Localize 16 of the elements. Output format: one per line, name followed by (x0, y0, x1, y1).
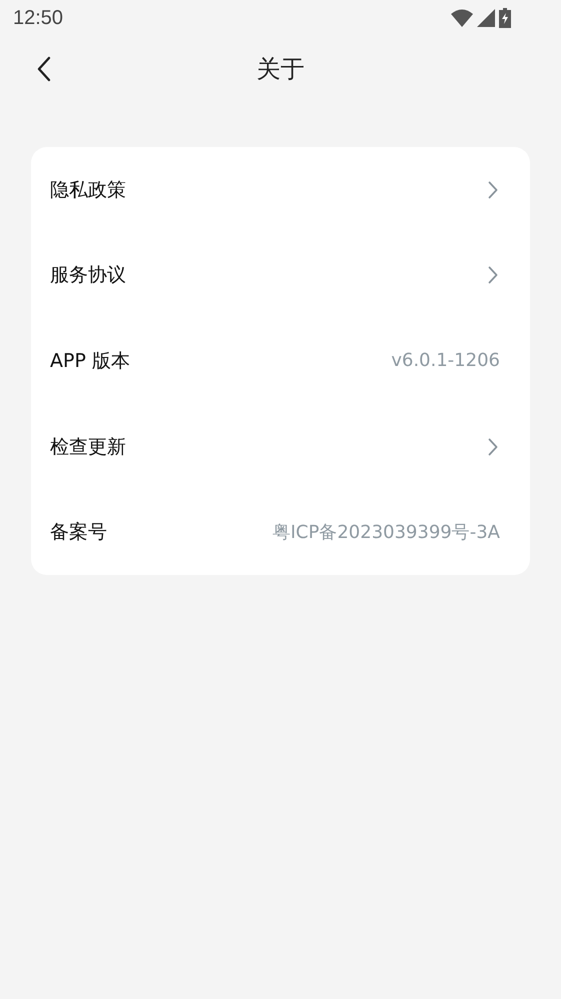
signal-icon (477, 9, 495, 27)
row-label: 备案号 (50, 520, 107, 546)
chevron-right-icon (488, 180, 498, 199)
menu-item[interactable]: 检查更新 (31, 404, 530, 490)
wifi-icon (451, 9, 473, 27)
row-label: APP 版本 (50, 348, 130, 374)
status-time: 12:50 (13, 6, 64, 30)
row-value: v6.0.1-1206 (391, 350, 500, 372)
chevron-right-icon (488, 438, 498, 456)
back-icon[interactable] (37, 56, 51, 82)
chevron-right-icon (488, 266, 498, 284)
menu-item[interactable]: 服务协议 (31, 232, 530, 318)
row-value: 粤ICP备2023039399号-3A (272, 521, 500, 544)
menu-item[interactable]: 隐私政策 (31, 147, 530, 233)
page-title: 关于 (256, 54, 304, 85)
battery-icon (499, 8, 511, 28)
